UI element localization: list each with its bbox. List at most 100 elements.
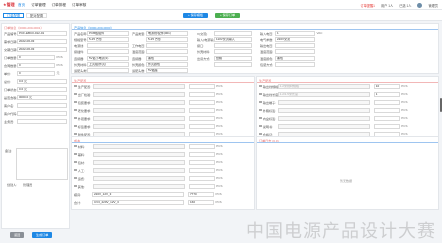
row-checkbox[interactable]: [74, 92, 77, 96]
back-button[interactable]: 返回: [10, 232, 25, 238]
config-input[interactable]: 220V_12V_3: [92, 191, 184, 197]
config-select[interactable]: [92, 143, 185, 149]
row-checkbox[interactable]: [74, 124, 77, 128]
nav-orders[interactable]: 订单管理: [31, 3, 45, 8]
config-qty[interactable]: [373, 99, 400, 105]
product-input[interactable]: [87, 43, 129, 49]
config-input[interactable]: CV3_220V_12V_3: [92, 199, 184, 205]
row-checkbox[interactable]: [74, 168, 77, 172]
nav-review[interactable]: 订单审核: [72, 3, 86, 8]
config-select[interactable]: [277, 99, 370, 105]
config-qty[interactable]: [188, 167, 215, 173]
tab-order-config[interactable]: 订单配置: [3, 13, 25, 18]
row-checkbox[interactable]: [259, 124, 262, 128]
config-qty[interactable]: [188, 115, 215, 121]
product-right-input[interactable]: [275, 62, 315, 67]
notice-link[interactable]: 订单提醒1: [360, 3, 375, 8]
scrollbar[interactable]: [439, 98, 442, 112]
config-qty[interactable]: 160: [188, 199, 214, 205]
row-checkbox[interactable]: [74, 116, 77, 120]
config-select[interactable]: [92, 99, 185, 105]
avatar[interactable]: [417, 2, 423, 8]
config-qty[interactable]: [188, 91, 215, 97]
product-input[interactable]: 电源线/配件(001): [146, 30, 188, 36]
user-name[interactable]: 管理员: [428, 3, 438, 8]
save-order-button[interactable]: + 保存订单: [215, 12, 241, 18]
order-field-input[interactable]: 2022-06-03: [17, 38, 67, 44]
config-qty[interactable]: [188, 175, 215, 181]
row-checkbox[interactable]: [259, 100, 262, 104]
config-qty[interactable]: [188, 123, 215, 129]
config-qty[interactable]: [373, 107, 400, 113]
product-extra-input[interactable]: 110V交流输入: [214, 36, 252, 42]
product-input[interactable]: 5V最小电流(1): [87, 55, 129, 61]
config-select[interactable]: [92, 115, 185, 121]
config-qty[interactable]: [188, 99, 215, 105]
member-count[interactable]: 已选 1人: [399, 3, 411, 8]
config-qty[interactable]: 7770: [188, 191, 214, 197]
row-checkbox[interactable]: [74, 184, 77, 188]
config-select[interactable]: [277, 123, 370, 129]
config-qty[interactable]: [373, 123, 400, 129]
config-select[interactable]: [92, 83, 185, 89]
config-select[interactable]: 1.2米线材规格: [277, 83, 370, 89]
product-input[interactable]: PCB板组件: [87, 30, 129, 36]
config-qty[interactable]: [188, 83, 215, 89]
config-select[interactable]: [92, 183, 185, 189]
order-field-input[interactable]: [17, 118, 67, 124]
product-input[interactable]: [146, 49, 188, 55]
product-extra-input[interactable]: [214, 30, 252, 36]
product-input[interactable]: 5-25 方形: [87, 36, 129, 42]
product-input[interactable]: 黑色: [146, 55, 188, 61]
product-right-input[interactable]: 黑色: [275, 55, 315, 61]
product-input[interactable]: [87, 68, 129, 74]
config-select[interactable]: [92, 123, 185, 129]
config-qty[interactable]: [188, 143, 215, 149]
config-select[interactable]: [92, 151, 185, 157]
order-field-input[interactable]: 0.0 元: [17, 78, 67, 84]
row-checkbox[interactable]: [259, 116, 262, 120]
nav-schedule[interactable]: 订单排程: [52, 3, 66, 8]
user-count[interactable]: 用户 1人: [381, 3, 393, 8]
row-checkbox[interactable]: [259, 108, 262, 112]
config-select[interactable]: 1.2/1.5米长度: [277, 91, 370, 97]
order-field-input[interactable]: [17, 110, 67, 116]
config-select[interactable]: [92, 91, 185, 97]
config-select[interactable]: [92, 167, 185, 173]
order-field-input[interactable]: 0: [17, 70, 55, 76]
row-checkbox[interactable]: [259, 92, 262, 96]
product-right-input[interactable]: [275, 49, 315, 55]
product-input[interactable]: [146, 43, 188, 49]
order-field-input[interactable]: 0: [17, 54, 55, 60]
order-field-input[interactable]: PCF-EBC0-012-01: [17, 30, 67, 36]
order-field-input[interactable]: 0: [17, 62, 55, 68]
config-qty[interactable]: [188, 107, 215, 113]
product-input[interactable]: 上壳组(外壳): [87, 62, 129, 67]
config-select[interactable]: [277, 115, 370, 121]
product-right-input[interactable]: [275, 43, 315, 49]
config-select[interactable]: [92, 159, 185, 165]
row-checkbox[interactable]: [74, 152, 77, 156]
config-qty[interactable]: 10: [373, 83, 400, 89]
product-input[interactable]: 5V插座: [146, 68, 188, 74]
tab-pair-config[interactable]: 配对配置: [26, 13, 48, 18]
config-qty[interactable]: [188, 151, 215, 157]
row-checkbox[interactable]: [74, 160, 77, 164]
row-checkbox[interactable]: [74, 100, 77, 104]
row-checkbox[interactable]: [74, 84, 77, 88]
product-input[interactable]: [87, 49, 129, 55]
save-template-button[interactable]: + 保存模板: [183, 12, 209, 18]
config-select[interactable]: [277, 107, 370, 113]
product-extra-input[interactable]: [214, 43, 252, 49]
config-qty[interactable]: [188, 159, 215, 165]
config-qty[interactable]: [373, 115, 400, 121]
product-input[interactable]: 5-25 方形: [146, 36, 188, 42]
row-checkbox[interactable]: [74, 108, 77, 112]
row-checkbox[interactable]: [259, 84, 262, 88]
row-checkbox[interactable]: [74, 176, 77, 180]
product-input[interactable]: 外壳颜色: [146, 62, 188, 67]
product-extra-input[interactable]: 纸箱: [214, 55, 252, 61]
row-checkbox[interactable]: [259, 132, 262, 136]
remark-textarea[interactable]: [16, 148, 68, 180]
order-field-input[interactable]: 2022-06-03: [17, 46, 67, 52]
